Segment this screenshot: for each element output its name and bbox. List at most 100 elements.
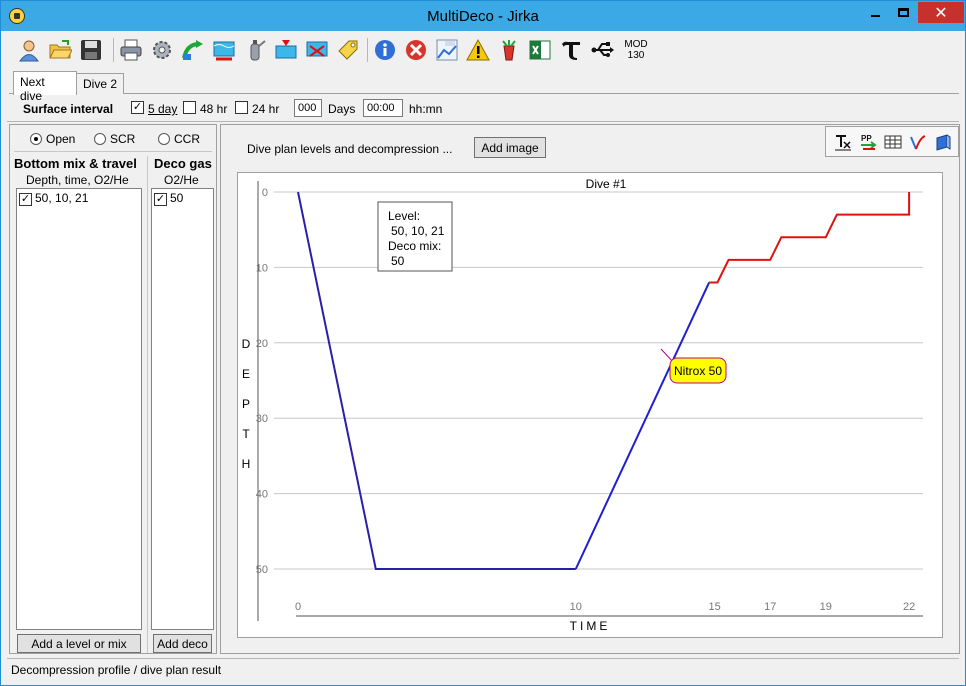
tank-icon xyxy=(250,40,266,61)
status-text: Decompression profile / dive plan result xyxy=(11,663,222,677)
text-export-icon xyxy=(835,135,851,151)
bottom-mix-subheader: Depth, time, O2/He xyxy=(26,173,129,187)
save-button[interactable] xyxy=(77,36,105,64)
radio-ccr[interactable] xyxy=(158,133,170,145)
bottom-mix-item[interactable]: 50, 10, 21 xyxy=(35,191,88,205)
air-chart-button[interactable] xyxy=(433,36,461,64)
usb-icon xyxy=(591,42,614,57)
tab-label: Dive 2 xyxy=(83,77,118,91)
tab-strip-line xyxy=(9,93,959,94)
y-tick-label: 20 xyxy=(256,338,268,350)
add-image-button[interactable]: Add image xyxy=(474,137,546,158)
tooltip-line: Deco mix: xyxy=(388,239,441,253)
x-tick-label: 19 xyxy=(820,601,832,613)
mix-button[interactable] xyxy=(495,36,523,64)
days-input[interactable]: 000 xyxy=(294,99,322,117)
deco-gas-list[interactable]: ✓ 50 xyxy=(151,188,214,630)
radio-scr-label: SCR xyxy=(110,132,136,146)
surface-interval-label: Surface interval xyxy=(23,102,114,116)
bottom-mix-item-checkbox[interactable]: ✓ xyxy=(19,193,32,206)
tab-next-dive[interactable]: Next dive xyxy=(13,71,77,103)
surface-icon xyxy=(275,40,297,59)
water-icon xyxy=(213,41,235,61)
open-button[interactable] xyxy=(46,36,74,64)
settings-gear-icon xyxy=(153,41,171,59)
info-icon xyxy=(375,40,395,60)
checkbox-5-day[interactable]: ✓ xyxy=(131,101,144,114)
x-tick-label: 15 xyxy=(709,601,721,613)
bottom-mix-list[interactable]: ✓ 50, 10, 21 xyxy=(16,188,142,630)
dive-table-icon xyxy=(306,41,328,57)
add-level-button[interactable]: Add a level or mix xyxy=(17,634,141,653)
warning-icon xyxy=(466,38,490,61)
tab-label: Next dive xyxy=(20,75,45,103)
save-icon xyxy=(81,40,101,60)
text-export-button[interactable] xyxy=(834,133,852,151)
radio-ccr-label: CCR xyxy=(174,132,200,146)
y-axis-label-letter: D xyxy=(242,337,251,351)
settings-button[interactable] xyxy=(148,36,176,64)
title-bar: MultiDeco - Jirka ✕ xyxy=(1,1,965,31)
x-tick-label: 0 xyxy=(295,601,301,613)
tab-dive-2[interactable]: Dive 2 xyxy=(76,73,124,94)
y-axis-label-letter: P xyxy=(242,397,250,411)
info-button[interactable] xyxy=(371,36,399,64)
excel-button[interactable] xyxy=(526,36,554,64)
pp-graph-button[interactable]: PP xyxy=(859,133,877,151)
minimize-button[interactable] xyxy=(862,2,889,23)
checkbox-24-hr[interactable] xyxy=(235,101,248,114)
label-5-day: 5 day xyxy=(148,102,178,116)
user-icon xyxy=(19,40,39,62)
warning-button[interactable] xyxy=(464,36,492,64)
print-icon xyxy=(120,39,142,61)
usb-button[interactable] xyxy=(588,36,616,64)
toolbar-separator xyxy=(367,38,368,62)
stop-icon xyxy=(406,40,426,60)
mod-indicator[interactable]: MOD 130 xyxy=(623,39,649,61)
tag-button[interactable] xyxy=(334,36,362,64)
user-button[interactable] xyxy=(15,36,43,64)
dive-profile-chart: 0 10 20 30 40 50 0 10 15 17 19 22 Dive #1 TIME D E P T… xyxy=(237,172,943,638)
window-title: MultiDeco - Jirka xyxy=(427,8,539,25)
radio-open-label: Open xyxy=(46,132,76,146)
deco-gas-item[interactable]: 50 xyxy=(170,191,183,205)
minimize-icon xyxy=(871,14,880,17)
chart-toolbar: PP xyxy=(825,126,959,157)
divider xyxy=(14,151,212,152)
pp-graph-icon: PP xyxy=(861,134,877,150)
dive-table-button[interactable] xyxy=(303,36,331,64)
time-input[interactable]: 00:00 xyxy=(363,99,403,117)
add-deco-button[interactable]: Add deco xyxy=(153,634,212,653)
y-axis-label-letter: T xyxy=(242,427,250,441)
tau-icon xyxy=(562,41,580,60)
gas-switch-callout[interactable]: Nitrox 50 xyxy=(660,348,727,384)
mod-label: MOD xyxy=(624,39,648,50)
radio-open[interactable] xyxy=(30,133,42,145)
status-bar: Decompression profile / dive plan result xyxy=(7,658,959,679)
tank-button[interactable] xyxy=(241,36,269,64)
y-tick-label: 0 xyxy=(262,187,268,199)
stop-button[interactable] xyxy=(402,36,430,64)
water-button[interactable] xyxy=(210,36,238,64)
print-button[interactable] xyxy=(117,36,145,64)
bottom-mix-header: Bottom mix & travel xyxy=(14,156,137,171)
table-button[interactable] xyxy=(884,133,902,151)
air-chart-icon xyxy=(436,39,458,61)
surface-button[interactable] xyxy=(272,36,300,64)
y-axis-label-letter: E xyxy=(242,367,250,381)
surface-interval-row: Surface interval ✓ 5 day 48 hr 24 hr 000… xyxy=(23,98,963,118)
close-icon: ✕ xyxy=(934,4,948,22)
export-button[interactable] xyxy=(934,133,952,151)
add-dive-button[interactable] xyxy=(179,36,207,64)
maximize-button[interactable] xyxy=(890,2,917,23)
curve-icon xyxy=(910,135,926,150)
tau-button[interactable] xyxy=(557,36,585,64)
tag-icon xyxy=(338,40,358,60)
deco-gas-item-checkbox[interactable]: ✓ xyxy=(154,193,167,206)
checkbox-48-hr[interactable] xyxy=(183,101,196,114)
close-button[interactable]: ✕ xyxy=(918,2,964,23)
radio-scr[interactable] xyxy=(94,133,106,145)
curve-button[interactable] xyxy=(909,133,927,151)
main-toolbar: MOD 130 xyxy=(9,32,959,68)
days-label: Days xyxy=(328,102,356,116)
